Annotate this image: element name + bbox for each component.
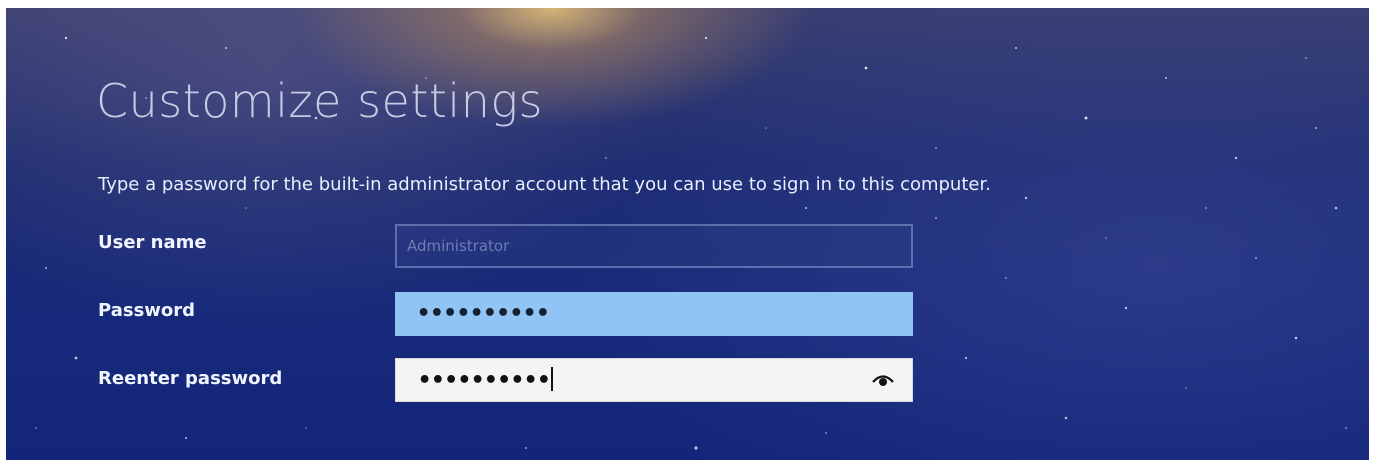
reenter-password-masked-value: •••••••••• [418, 367, 554, 393]
username-label: User name [98, 232, 207, 253]
page-title: Customize settings [96, 74, 543, 128]
password-field[interactable]: •••••••••• [395, 292, 913, 336]
instructions-text: Type a password for the built-in adminis… [98, 174, 991, 195]
password-masked-value: •••••••••• [417, 301, 550, 326]
reenter-password-field[interactable]: •••••••••• [395, 358, 913, 402]
reenter-password-label: Reenter password [98, 368, 283, 389]
text-caret [551, 367, 554, 391]
password-label: Password [98, 300, 196, 321]
eye-icon[interactable] [872, 371, 894, 389]
setup-screen: Customize settings Type a password for t… [6, 8, 1369, 460]
username-field: Administrator [395, 224, 913, 268]
